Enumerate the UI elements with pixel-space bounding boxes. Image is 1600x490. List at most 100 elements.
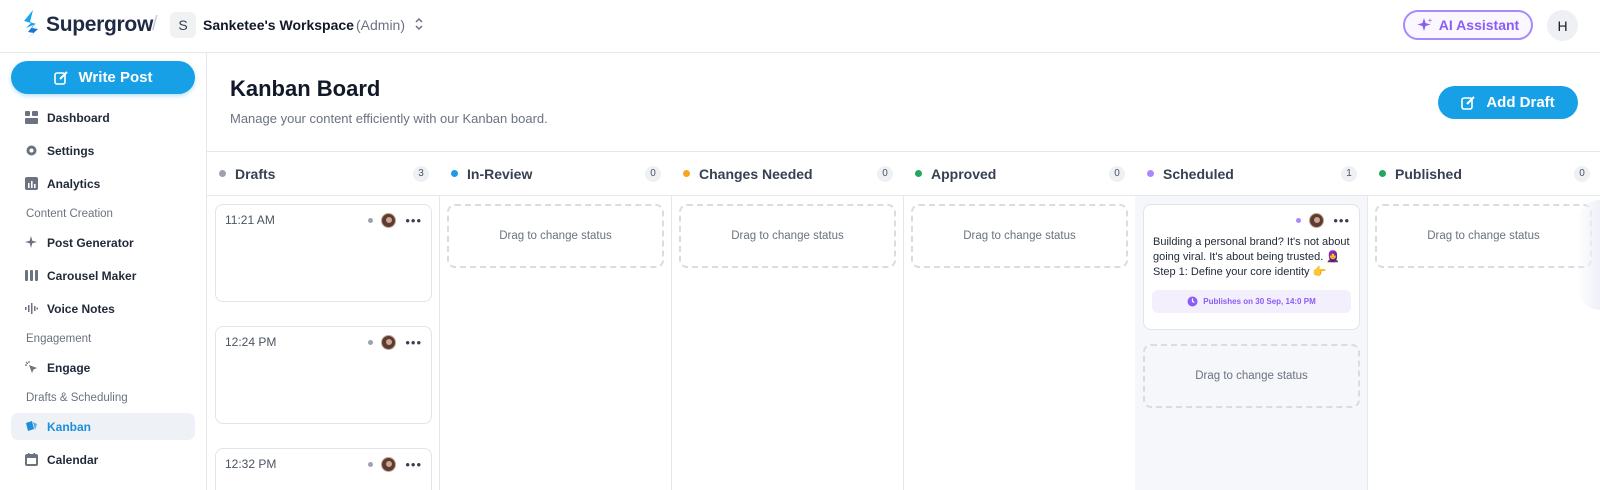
publish-schedule-badge: Publishes on 30 Sep, 14:0 PM <box>1152 290 1351 313</box>
supergrow-logo-icon <box>24 10 38 40</box>
drop-zone[interactable]: Drag to change status <box>679 204 896 268</box>
cursor-click-icon <box>25 361 37 373</box>
column-header: Scheduled 1 <box>1135 152 1367 196</box>
column-title: Scheduled <box>1163 165 1234 182</box>
sidebar-item-label: Settings <box>47 143 95 158</box>
analytics-icon <box>25 177 38 190</box>
sidebar-item-label: Engage <box>47 360 91 375</box>
column-title: In-Review <box>467 165 533 182</box>
draft-card[interactable]: 12:32 PM ••• <box>215 448 432 490</box>
sparkle-icon <box>1417 18 1433 31</box>
draft-card[interactable]: 12:24 PM ••• <box>215 326 432 424</box>
status-dot <box>368 339 374 345</box>
top-bar: Supergrow / S Sanketee's Workspace (Admi… <box>0 0 1600 53</box>
more-options-icon[interactable]: ••• <box>405 214 422 227</box>
status-dot <box>1296 217 1302 223</box>
scheduled-card[interactable]: ••• Building a personal brand? It's not … <box>1143 204 1360 330</box>
page-subtitle: Manage your content efficiently with our… <box>230 111 548 126</box>
ai-assistant-label: AI Assistant <box>1438 17 1520 33</box>
section-engagement: Engagement <box>26 333 92 345</box>
column-title: Approved <box>931 165 997 182</box>
chevron-up-down-icon[interactable] <box>413 15 425 33</box>
column-title: Published <box>1395 165 1462 182</box>
card-time: 11:21 AM <box>225 213 275 227</box>
sidebar-item-label: Carousel Maker <box>47 268 137 283</box>
column-count-badge: 0 <box>877 165 893 182</box>
scroll-fade-edge <box>1578 200 1600 310</box>
card-time: 12:24 PM <box>225 335 277 349</box>
status-dot <box>368 461 374 467</box>
column-header: Published 0 <box>1367 152 1600 196</box>
ai-assistant-button[interactable]: AI Assistant <box>1403 10 1533 40</box>
sidebar-item-engage[interactable]: Engage <box>11 354 195 381</box>
calendar-icon <box>25 453 38 466</box>
status-dot <box>368 217 374 223</box>
sidebar-item-label: Analytics <box>47 176 101 191</box>
edit-icon <box>1461 96 1476 110</box>
sidebar-item-post-generator[interactable]: Post Generator <box>11 229 195 256</box>
write-post-button[interactable]: Write Post <box>11 61 195 94</box>
sidebar-item-label: Kanban <box>47 419 92 434</box>
post-preview-text: Building a personal brand? It's not abou… <box>1153 236 1350 278</box>
workspace-role: (Admin) <box>356 17 406 33</box>
author-avatar <box>381 456 397 472</box>
user-avatar[interactable]: H <box>1547 10 1578 41</box>
sidebar-item-calendar[interactable]: Calendar <box>11 446 195 473</box>
column-count-badge: 0 <box>1109 165 1125 182</box>
magic-sparkle-icon <box>25 236 37 248</box>
draft-card[interactable]: 11:21 AM ••• <box>215 204 432 302</box>
edit-icon <box>53 71 68 85</box>
kanban-icon <box>26 421 37 431</box>
sidebar-item-analytics[interactable]: Analytics <box>11 170 195 197</box>
column-title: Drafts <box>235 165 276 182</box>
dashboard-icon <box>25 111 38 124</box>
sidebar-item-dashboard[interactable]: Dashboard <box>11 104 195 131</box>
carousel-icon <box>25 270 38 281</box>
status-dot <box>451 170 458 177</box>
column-title: Changes Needed <box>699 165 813 182</box>
column-published: Published 0 Drag to change status <box>1367 152 1600 490</box>
drop-zone[interactable]: Drag to change status <box>447 204 664 268</box>
add-draft-button[interactable]: Add Draft <box>1438 86 1578 119</box>
sidebar-item-voice-notes[interactable]: Voice Notes <box>11 295 195 322</box>
sidebar-item-label: Calendar <box>47 452 99 467</box>
sidebar-item-carousel-maker[interactable]: Carousel Maker <box>11 262 195 289</box>
drop-zone[interactable]: Drag to change status <box>1375 204 1592 268</box>
brand-name: Supergrow <box>46 13 153 36</box>
column-header: Approved 0 <box>903 152 1135 196</box>
column-header: Drafts 3 <box>207 152 439 196</box>
more-options-icon[interactable]: ••• <box>405 458 422 471</box>
add-draft-label: Add Draft <box>1486 94 1555 111</box>
drop-zone[interactable]: Drag to change status <box>911 204 1128 268</box>
author-avatar <box>1309 212 1325 228</box>
breadcrumb-separator: / <box>152 13 158 35</box>
waveform-icon <box>25 303 38 314</box>
brand[interactable]: Supergrow <box>22 10 153 40</box>
column-header: Changes Needed 0 <box>671 152 903 196</box>
status-dot <box>219 170 226 177</box>
column-approved: Approved 0 Drag to change status <box>903 152 1136 490</box>
sidebar-item-settings[interactable]: Settings <box>11 137 195 164</box>
more-options-icon[interactable]: ••• <box>405 336 422 349</box>
drop-zone[interactable]: Drag to change status <box>1143 344 1360 408</box>
sidebar-item-label: Post Generator <box>47 235 134 250</box>
status-dot <box>1379 170 1386 177</box>
column-in-review: In-Review 0 Drag to change status <box>439 152 672 490</box>
card-time: 12:32 PM <box>225 457 277 471</box>
more-options-icon[interactable]: ••• <box>1333 214 1350 227</box>
publish-label: Publishes on 30 Sep, 14:0 PM <box>1203 297 1316 306</box>
workspace-name[interactable]: Sanketee's Workspace <box>203 17 354 33</box>
page-title: Kanban Board <box>230 76 381 101</box>
author-avatar <box>381 212 397 228</box>
sidebar-item-label: Voice Notes <box>47 301 115 316</box>
column-drafts: Drafts 3 11:21 AM ••• 12:24 PM ••• 12:32… <box>207 152 440 490</box>
clock-icon <box>1187 296 1198 307</box>
sidebar-item-kanban[interactable]: Kanban <box>11 413 195 440</box>
kanban-board: Drafts 3 11:21 AM ••• 12:24 PM ••• 12:32… <box>207 151 1600 490</box>
sidebar-item-label: Dashboard <box>47 110 110 125</box>
column-scheduled: Scheduled 1 ••• Building a personal bran… <box>1135 152 1368 490</box>
author-avatar <box>381 334 397 350</box>
sidebar: Write Post Dashboard Settings Analytics … <box>0 53 207 490</box>
workspace-avatar[interactable]: S <box>170 12 196 38</box>
column-changes-needed: Changes Needed 0 Drag to change status <box>671 152 904 490</box>
